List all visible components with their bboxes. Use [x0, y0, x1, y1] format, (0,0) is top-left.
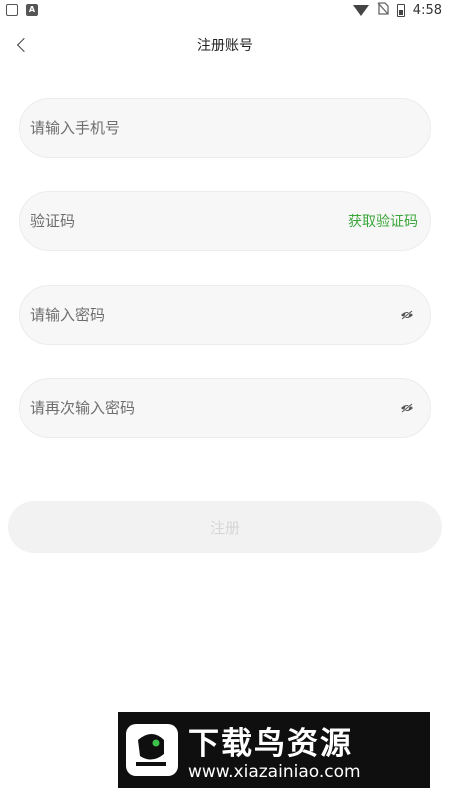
header: 注册账号: [0, 28, 450, 62]
phone-input[interactable]: [20, 99, 430, 157]
watermark: 下载鸟资源 www.xiazainiao.com: [118, 712, 430, 788]
watermark-url: www.xiazainiao.com: [188, 762, 361, 782]
code-field: 获取验证码: [19, 191, 431, 251]
code-input[interactable]: [20, 192, 348, 250]
status-bar: A 4:58: [0, 0, 450, 20]
phone-field: [19, 98, 431, 158]
status-left: A: [6, 4, 38, 16]
bird-logo-icon: [126, 724, 178, 776]
bag-icon: [6, 4, 18, 16]
eye-hidden-icon[interactable]: [396, 397, 418, 419]
page-title: 注册账号: [197, 38, 253, 54]
register-screen: A 4:58 注册账号 获取验证码: [0, 0, 450, 800]
status-time: 4:58: [412, 2, 442, 18]
register-button[interactable]: 注册: [8, 501, 442, 553]
battery-icon: [396, 3, 405, 17]
no-sim-icon: [377, 1, 389, 19]
eye-hidden-icon[interactable]: [396, 304, 418, 326]
get-code-button[interactable]: 获取验证码: [348, 211, 418, 231]
password-confirm-input[interactable]: [20, 379, 396, 437]
password-input[interactable]: [20, 286, 396, 344]
wifi-icon: [352, 4, 369, 16]
password-field: [19, 285, 431, 345]
a-icon: A: [26, 4, 38, 16]
status-right: 4:58: [352, 1, 442, 19]
watermark-title: 下载鸟资源: [188, 726, 353, 762]
password-confirm-field: [19, 378, 431, 438]
